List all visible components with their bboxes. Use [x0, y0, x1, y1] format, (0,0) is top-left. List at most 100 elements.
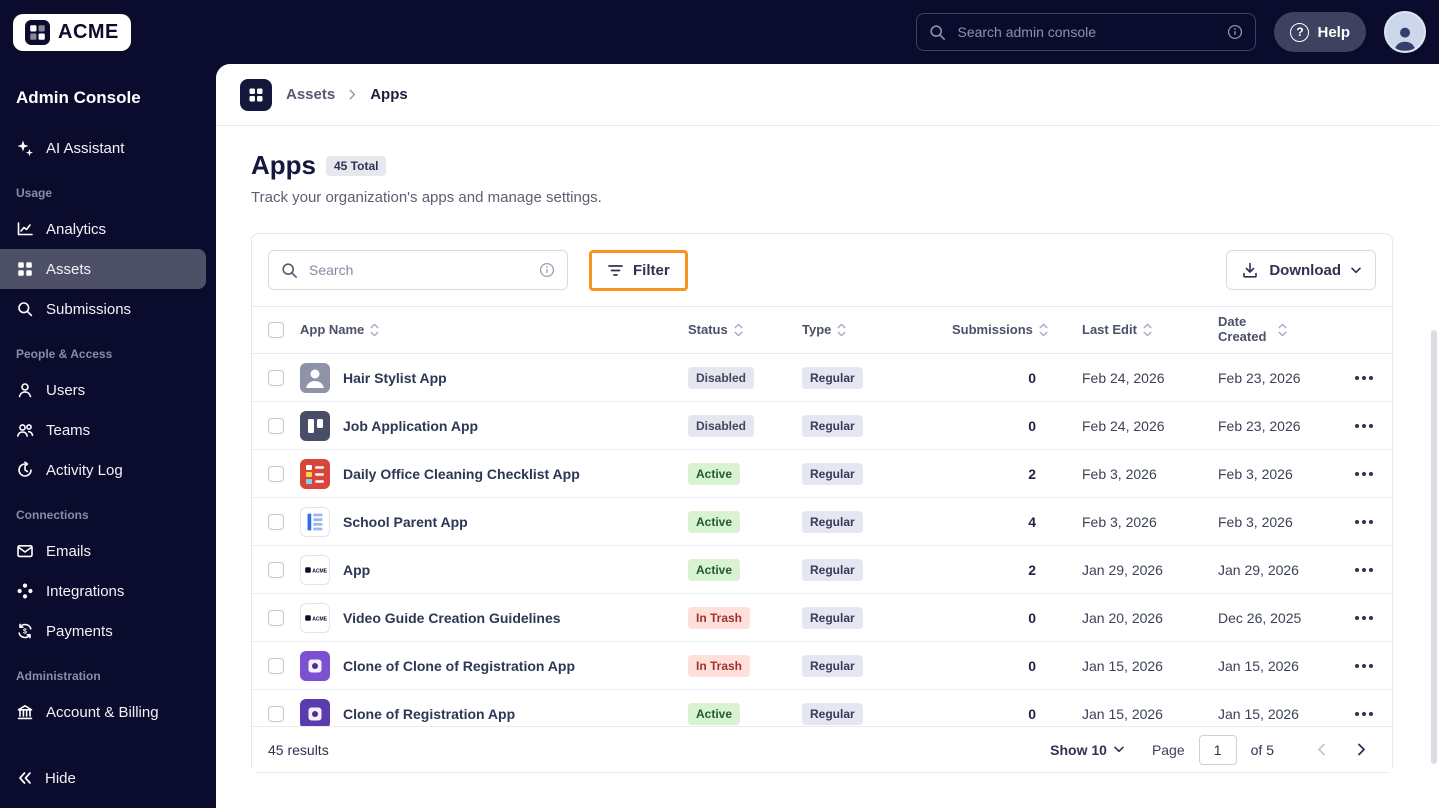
download-icon: [1241, 261, 1259, 279]
sidebar-item-ai-assistant[interactable]: AI Assistant: [0, 128, 206, 168]
avatar[interactable]: [1384, 11, 1426, 53]
previous-page-button[interactable]: [1306, 735, 1336, 765]
row-checkbox[interactable]: [268, 609, 284, 626]
table-body: Hair Stylist App Disabled Regular 0 Feb 24, …: [252, 354, 1392, 726]
hide-label: Hide: [45, 769, 76, 787]
table-search[interactable]: [268, 250, 568, 290]
table-row[interactable]: ACME Video Guide Creation Guidelines In Tr…: [252, 594, 1392, 642]
status-badge: Active: [688, 462, 741, 485]
column-header-date-created[interactable]: Date Created: [1218, 314, 1336, 345]
table-row[interactable]: Daily Office Cleaning Checklist App Activ…: [252, 450, 1392, 498]
app-icon: [300, 650, 330, 681]
select-all-checkbox[interactable]: [268, 322, 284, 338]
date-created: Feb 3, 2026: [1218, 513, 1293, 530]
row-actions-button[interactable]: [1351, 512, 1377, 532]
sort-icon[interactable]: [1143, 323, 1152, 337]
submissions-count: 0: [1028, 705, 1036, 722]
hide-sidebar-button[interactable]: Hide: [0, 756, 92, 800]
row-actions-button[interactable]: [1351, 608, 1377, 628]
sort-icon[interactable]: [370, 323, 379, 337]
column-header-app-name[interactable]: App Name: [300, 322, 688, 338]
row-checkbox[interactable]: [268, 369, 284, 386]
app-name-link[interactable]: Video Guide Creation Guidelines: [343, 610, 561, 626]
acme-logo[interactable]: ACME: [13, 13, 131, 51]
page-number-input[interactable]: [1198, 734, 1237, 765]
help-button[interactable]: ? Help: [1274, 12, 1366, 52]
row-actions-button[interactable]: [1351, 416, 1377, 436]
column-header-submissions[interactable]: Submissions: [952, 322, 1082, 338]
sort-icon[interactable]: [1278, 323, 1287, 337]
assets-grid-icon[interactable]: [240, 78, 272, 111]
app-name-link[interactable]: School Parent App: [343, 514, 468, 530]
app-name-link[interactable]: Job Application App: [343, 418, 478, 434]
info-icon[interactable]: [1227, 24, 1243, 40]
sidebar-item-emails[interactable]: Emails: [0, 531, 206, 571]
app-name-link[interactable]: Clone of Registration App: [343, 706, 515, 722]
scrollbar[interactable]: [1431, 330, 1437, 764]
sidebar-item-integrations[interactable]: Integrations: [0, 571, 206, 611]
sort-icon[interactable]: [1039, 323, 1048, 337]
table-row[interactable]: School Parent App Active Regular 4 Feb 3, 20…: [252, 498, 1392, 546]
status-badge: Active: [688, 558, 741, 581]
sidebar-item-submissions[interactable]: Submissions: [0, 289, 206, 329]
table-row[interactable]: Job Application App Disabled Regular 0 Feb 2…: [252, 402, 1392, 450]
teams-icon: [16, 421, 34, 439]
row-actions-button[interactable]: [1351, 656, 1377, 676]
app-name-link[interactable]: Hair Stylist App: [343, 370, 447, 386]
filter-button[interactable]: Filter: [589, 249, 688, 291]
sidebar-item-users[interactable]: Users: [0, 370, 206, 410]
app-icon: ACME: [300, 554, 330, 585]
date-created: Dec 26, 2025: [1218, 609, 1302, 626]
select-all-cell: [252, 322, 300, 338]
sidebar-item-account-billing[interactable]: Account & Billing: [0, 692, 206, 732]
column-label: Date Created: [1218, 314, 1267, 344]
sidebar-item-activity-log[interactable]: Activity Log: [0, 450, 206, 490]
column-header-last-edit[interactable]: Last Edit: [1082, 322, 1218, 338]
row-checkbox[interactable]: [268, 561, 284, 578]
column-header-status[interactable]: Status: [688, 322, 802, 338]
app-name-link[interactable]: App: [343, 562, 370, 578]
sort-icon[interactable]: [837, 323, 846, 337]
column-header-type[interactable]: Type: [802, 322, 952, 338]
app-name-link[interactable]: Daily Office Cleaning Checklist App: [343, 466, 580, 482]
table-search-input[interactable]: [307, 261, 530, 279]
download-button[interactable]: Download: [1226, 250, 1376, 290]
status-badge: In Trash: [688, 654, 751, 677]
breadcrumb-parent[interactable]: Assets: [286, 86, 335, 103]
row-checkbox[interactable]: [268, 465, 284, 482]
table-row[interactable]: Hair Stylist App Disabled Regular 0 Feb 24, …: [252, 354, 1392, 402]
row-actions-button[interactable]: [1351, 704, 1377, 724]
sidebar-item-label: Submissions: [46, 300, 132, 318]
row-actions-button[interactable]: [1351, 560, 1377, 580]
table-row[interactable]: ACME App Active Regular 2 Jan 29, 2026 Jan 29,…: [252, 546, 1392, 594]
row-checkbox[interactable]: [268, 657, 284, 674]
sidebar-item-payments[interactable]: $ Payments: [0, 611, 206, 651]
sidebar-item-label: Payments: [46, 622, 113, 640]
admin-search[interactable]: [916, 13, 1257, 51]
svg-text:ACME: ACME: [312, 568, 327, 574]
apps-card: Filter Download App Name Status Type Submis…: [251, 233, 1393, 773]
integrations-icon: [16, 582, 34, 600]
total-count-badge: 45 Total: [326, 155, 387, 176]
row-actions-button[interactable]: [1351, 368, 1377, 388]
app-name-link[interactable]: Clone of Clone of Registration App: [343, 658, 575, 674]
row-checkbox[interactable]: [268, 705, 284, 722]
admin-search-input[interactable]: [955, 23, 1219, 41]
next-page-button[interactable]: [1346, 735, 1376, 765]
row-checkbox[interactable]: [268, 513, 284, 530]
sidebar: Admin Console AI Assistant Usage Analytic…: [0, 64, 216, 808]
type-badge: Regular: [802, 366, 863, 389]
breadcrumb: Assets Apps: [216, 64, 1439, 126]
sidebar-item-assets[interactable]: Assets: [0, 249, 206, 289]
sidebar-item-teams[interactable]: Teams: [0, 410, 206, 450]
table-row[interactable]: Clone of Clone of Registration App In Tra…: [252, 642, 1392, 690]
row-actions-button[interactable]: [1351, 464, 1377, 484]
row-checkbox[interactable]: [268, 417, 284, 434]
sidebar-item-analytics[interactable]: Analytics: [0, 209, 206, 249]
sidebar-item-label: Emails: [46, 542, 92, 560]
status-badge: Active: [688, 702, 741, 725]
page-size-select[interactable]: Show 10: [1050, 742, 1124, 758]
sort-icon[interactable]: [734, 323, 743, 337]
table-row[interactable]: Clone of Registration App Active Regular 0 J…: [252, 690, 1392, 726]
info-icon[interactable]: [539, 262, 555, 278]
